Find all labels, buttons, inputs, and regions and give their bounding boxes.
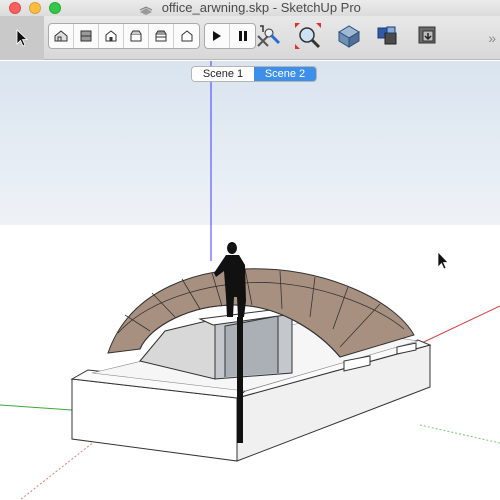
3d-warehouse-button[interactable]: [334, 21, 364, 51]
tab-scene-1[interactable]: Scene 1: [192, 67, 254, 81]
right-view-button[interactable]: [124, 24, 149, 48]
tab-scene-2[interactable]: Scene 2: [254, 67, 316, 81]
3d-scene-canvas[interactable]: [0, 61, 500, 500]
animation-group: [204, 23, 256, 49]
warehouse-icon: [338, 25, 360, 48]
iso-view-button[interactable]: [49, 24, 74, 48]
model-viewport[interactable]: [0, 61, 500, 500]
support-post: [237, 317, 243, 443]
scene-tabs: Scene 1 Scene 2: [191, 66, 317, 82]
document-icon: [139, 4, 153, 15]
top-view-button[interactable]: [74, 24, 99, 48]
left-view-icon: [181, 30, 192, 42]
left-view-button[interactable]: [174, 24, 199, 48]
front-house-icon: [105, 30, 117, 42]
title-bar: office_arwning.skp - SketchUp Pro: [0, 0, 500, 16]
top-view-icon: [80, 30, 92, 42]
extension-warehouse-button[interactable]: [373, 21, 403, 51]
arrow-pointer-icon: [16, 29, 29, 47]
iso-house-icon: [54, 30, 68, 42]
main-toolbar: »: [0, 16, 500, 60]
position-camera-icon: [257, 25, 281, 47]
extension-icon: [377, 26, 397, 45]
play-icon: [213, 31, 221, 41]
window-title-wrap: office_arwning.skp - SketchUp Pro: [0, 0, 500, 16]
play-animation-button[interactable]: [205, 24, 230, 48]
back-view-icon: [155, 30, 167, 42]
share-icon: [418, 26, 436, 44]
select-tool-button[interactable]: [0, 16, 44, 60]
door-frame: [224, 315, 279, 377]
standard-views-group: [48, 23, 200, 49]
zoom-extents-icon: [295, 23, 321, 49]
right-view-icon: [130, 30, 142, 42]
share-model-button[interactable]: [413, 21, 443, 51]
sky: [0, 61, 500, 225]
toolbar-overflow-button[interactable]: »: [488, 30, 496, 46]
pause-icon: [238, 31, 247, 41]
zoom-extents-button[interactable]: [293, 21, 323, 51]
position-camera-button[interactable]: [253, 21, 283, 51]
pause-animation-button[interactable]: [230, 24, 255, 48]
back-view-button[interactable]: [149, 24, 174, 48]
front-view-button[interactable]: [99, 24, 124, 48]
window-title: office_arwning.skp - SketchUp Pro: [161, 0, 361, 15]
